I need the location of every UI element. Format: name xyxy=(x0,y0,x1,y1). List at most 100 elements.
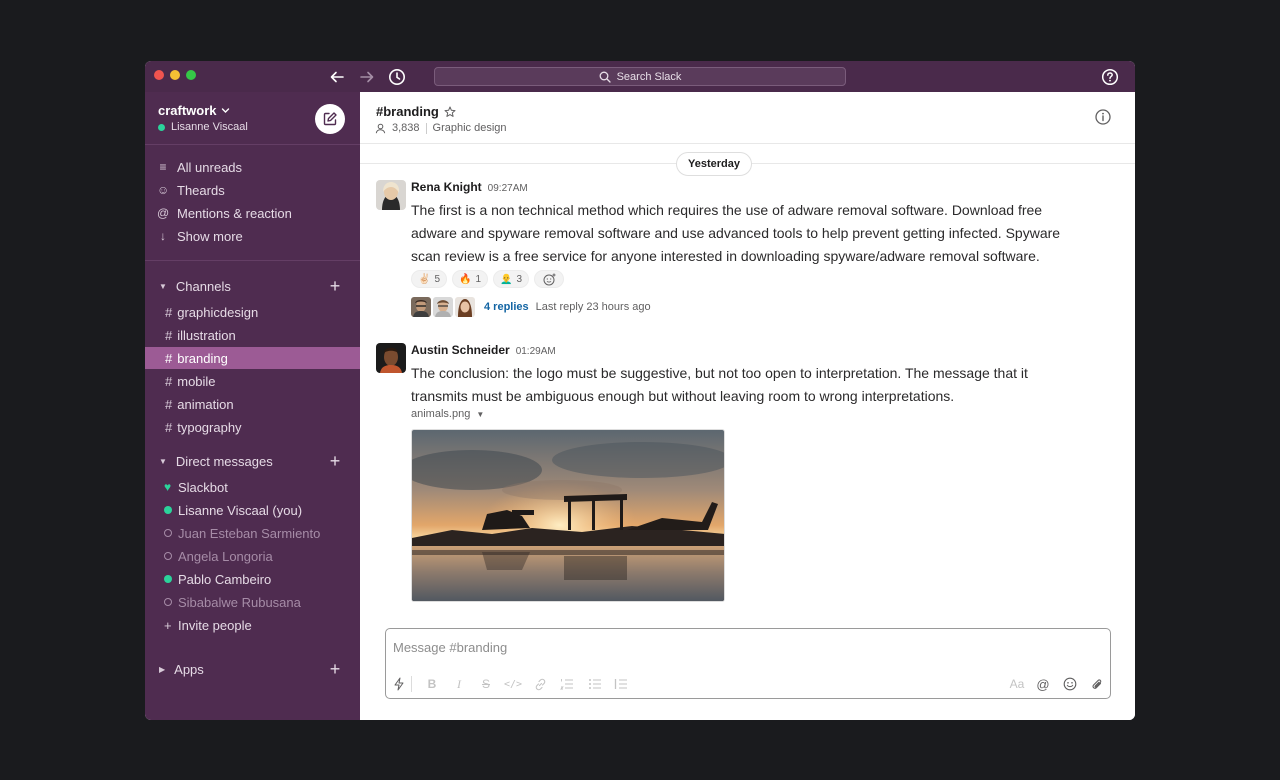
member-count[interactable]: 3,838 xyxy=(392,122,420,134)
message-text: The conclusion: the logo must be suggest… xyxy=(411,365,1028,404)
workspace-switcher[interactable]: craftwork xyxy=(158,103,230,118)
history-button[interactable] xyxy=(386,66,408,88)
dm-item-sibabalwe[interactable]: Sibabalwe Rubusana xyxy=(145,591,360,613)
emoji-icon[interactable] xyxy=(1062,675,1078,693)
file-header[interactable]: animals.png ▼ xyxy=(411,408,484,420)
nav-threads[interactable]: ☺ Theards xyxy=(157,180,225,200)
caret-right-icon: ▶ xyxy=(159,664,166,674)
current-user-name: Lisanne Viscaal xyxy=(171,121,248,133)
timestamp[interactable]: 09:27AM xyxy=(488,183,528,194)
current-user[interactable]: Lisanne Viscaal xyxy=(158,121,248,133)
mention-icon[interactable]: @ xyxy=(1035,675,1051,693)
back-button[interactable] xyxy=(326,66,348,88)
add-emoji-icon xyxy=(543,273,556,285)
lightning-icon[interactable] xyxy=(392,675,406,693)
channel-item-animation[interactable]: # animation xyxy=(145,393,360,415)
author-name[interactable]: Rena Knight xyxy=(411,180,482,194)
code-icon[interactable]: </> xyxy=(504,675,522,693)
add-app-button[interactable]: + xyxy=(327,660,343,678)
meta-separator xyxy=(425,122,427,134)
reactions-bar: ✌🏻 5 🔥 1 👨‍🦲 3 xyxy=(411,270,565,288)
ordered-list-icon[interactable] xyxy=(559,675,575,693)
dm-section-toggle[interactable]: ▼ Direct messages xyxy=(159,451,273,471)
channel-title[interactable]: #branding xyxy=(376,104,456,119)
nav-all-unreads[interactable]: ≡ All unreads xyxy=(157,157,242,177)
channel-item-branding[interactable]: # branding xyxy=(145,347,360,369)
title-bar: Search Slack xyxy=(145,61,1135,92)
reaction-emoji: ✌🏻 xyxy=(418,273,431,285)
bulleted-list-icon[interactable] xyxy=(587,675,603,693)
info-icon[interactable] xyxy=(1094,108,1112,126)
dm-item-lisanne[interactable]: Lisanne Viscaal (you) xyxy=(145,499,360,521)
link-icon[interactable] xyxy=(532,675,548,693)
star-icon[interactable] xyxy=(444,106,456,118)
add-reaction-button[interactable] xyxy=(534,270,565,288)
search-bar[interactable]: Search Slack xyxy=(434,67,846,86)
help-button[interactable] xyxy=(1100,67,1120,87)
channels-section-toggle[interactable]: ▼ Channels xyxy=(159,276,231,296)
help-icon xyxy=(1101,68,1119,86)
add-dm-button[interactable]: + xyxy=(327,452,343,470)
message-item: Rena Knight 09:27AM The first is a non t… xyxy=(376,180,1060,320)
date-divider[interactable]: Yesterday xyxy=(676,152,752,176)
workspace-name: craftwork xyxy=(158,103,217,118)
blockquote-icon[interactable] xyxy=(613,675,629,693)
strikethrough-icon[interactable]: S xyxy=(479,675,493,693)
chevron-down-icon xyxy=(221,108,229,113)
reaction-pill[interactable]: ✌🏻 5 xyxy=(411,270,448,288)
channel-topic[interactable]: Graphic design xyxy=(433,122,507,134)
add-channel-button[interactable]: + xyxy=(327,277,343,295)
nav-mentions[interactable]: @ Mentions & reaction xyxy=(157,203,292,223)
timestamp[interactable]: 01:29AM xyxy=(516,346,556,357)
channel-item-graphicdesign[interactable]: # graphicdesign xyxy=(145,301,360,323)
format-text-button[interactable]: Aa xyxy=(1006,675,1028,693)
clock-icon xyxy=(389,69,405,85)
channel-pane: #branding 3,838 Graphic design Yesterday xyxy=(360,92,1135,720)
avatar[interactable] xyxy=(376,343,406,373)
forward-button[interactable] xyxy=(356,66,378,88)
caret-down-icon: ▼ xyxy=(159,281,167,291)
dm-item-angela[interactable]: Angela Longoria xyxy=(145,545,360,567)
dm-item-slackbot[interactable]: ♥ Slackbot xyxy=(145,476,360,498)
last-reply-text: Last reply 23 hours ago xyxy=(535,301,651,313)
composer-toolbar: B I S </> Aa @ xyxy=(392,675,1107,693)
nav-label: Show more xyxy=(177,228,243,244)
compose-button[interactable] xyxy=(315,104,345,134)
dm-item-juan[interactable]: Juan Esteban Sarmiento xyxy=(145,522,360,544)
hash-icon: # xyxy=(165,304,173,320)
dm-label: Pablo Cambeiro xyxy=(178,571,272,587)
channel-item-illustration[interactable]: # illustration xyxy=(145,324,360,346)
dm-label: Juan Esteban Sarmiento xyxy=(178,525,321,541)
apps-section-toggle[interactable]: ▶ Apps xyxy=(159,659,204,679)
nav-show-more[interactable]: ↓ Show more xyxy=(157,226,243,246)
author-name[interactable]: Austin Schneider xyxy=(411,343,510,357)
reaction-pill[interactable]: 🔥 1 xyxy=(452,270,489,288)
minimize-window-button[interactable] xyxy=(170,70,180,80)
channel-name: #branding xyxy=(376,104,439,119)
image-attachment[interactable] xyxy=(411,429,725,602)
away-status-icon xyxy=(164,529,172,537)
message-input[interactable] xyxy=(393,637,1093,657)
dm-label: Angela Longoria xyxy=(178,548,273,564)
avatar xyxy=(411,297,431,317)
at-icon: @ xyxy=(157,206,170,220)
invite-people-button[interactable]: + Invite people xyxy=(145,614,360,636)
avatar[interactable] xyxy=(376,180,406,210)
channel-item-typography[interactable]: # typography xyxy=(145,416,360,438)
bold-icon[interactable]: B xyxy=(425,675,439,693)
channel-item-mobile[interactable]: # mobile xyxy=(145,370,360,392)
hash-icon: # xyxy=(165,327,173,343)
replies-link[interactable]: 4 replies xyxy=(484,301,529,313)
maximize-window-button[interactable] xyxy=(186,70,196,80)
dm-item-pablo[interactable]: Pablo Cambeiro xyxy=(145,568,360,590)
thread-summary[interactable]: 4 replies Last reply 23 hours ago xyxy=(411,297,651,317)
close-window-button[interactable] xyxy=(154,70,164,80)
reaction-pill[interactable]: 👨‍🦲 3 xyxy=(493,270,530,288)
online-status-icon xyxy=(164,575,172,583)
reaction-emoji: 👨‍🦲 xyxy=(500,273,513,285)
italic-icon[interactable]: I xyxy=(452,675,466,693)
attachment-icon[interactable] xyxy=(1089,675,1105,693)
member-icon[interactable] xyxy=(375,123,386,134)
apps-section-title: Apps xyxy=(174,661,204,677)
dm-section-title: Direct messages xyxy=(175,453,273,469)
